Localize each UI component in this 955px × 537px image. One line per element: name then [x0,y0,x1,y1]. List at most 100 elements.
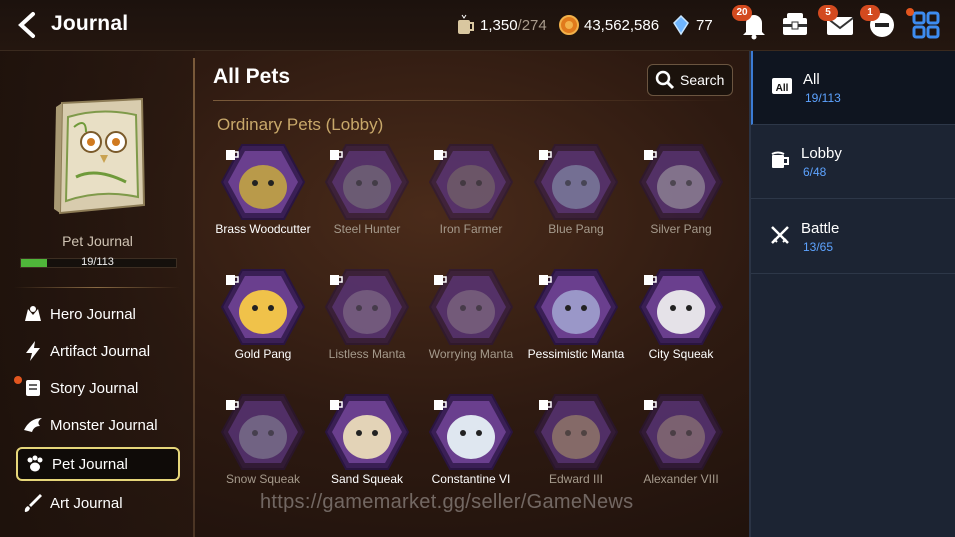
journal-progress-text: 19/113 [81,256,114,268]
pet-name: Iron Farmer [439,222,503,236]
pet-card[interactable]: Pessimistic Manta [526,268,626,361]
pet-name: Worrying Manta [428,347,514,361]
pet-portrait [220,393,306,471]
top-bar: Journal 1,350 /274 43,562,586 77 20 5 1 [0,0,955,51]
pet-card[interactable]: City Squeak [631,268,731,361]
lobby-mug-icon [226,400,239,410]
watermark: https://gamemarket.gg/seller/GameNews [260,491,634,513]
mug-icon [771,151,789,168]
paw-icon [27,455,43,472]
lobby-mug-icon [226,150,239,160]
pet-name: Steel Hunter [333,222,401,236]
pet-card[interactable]: Brass Woodcutter [213,143,313,236]
notification-button[interactable]: 20 [732,5,770,40]
tab-battle[interactable]: Battle 13/65 [751,200,955,274]
crystal-counter[interactable]: 77 [670,14,713,36]
lobby-mug-icon [644,275,657,285]
lobby-mug-icon [434,400,447,410]
pet-name: Silver Pang [650,222,712,236]
inventory-button[interactable] [779,10,811,40]
pet-card[interactable]: Sand Squeak [317,393,417,486]
pet-card[interactable]: Alexander VIII [631,393,731,486]
gold-icon [559,15,579,35]
pet-portrait [638,268,724,346]
pet-card[interactable]: Snow Squeak [213,393,313,486]
section-heading: All Pets [213,65,291,88]
pet-journal-book-icon [54,97,146,215]
back-arrow-icon[interactable] [14,10,40,40]
sidebar-item-art-journal[interactable]: Art Journal [16,487,180,519]
pet-name: Pessimistic Manta [527,347,625,361]
chat-button[interactable]: 1 [860,5,898,40]
pet-name: Listless Manta [328,347,406,361]
sidebar-divider [14,287,180,288]
sidebar-item-story-journal[interactable]: Story Journal [14,372,180,404]
pet-card[interactable]: Blue Pang [526,143,626,236]
category-heading: Ordinary Pets (Lobby) [217,115,384,134]
search-icon [655,70,675,90]
mail-button[interactable]: 5 [818,5,856,40]
brush-icon [24,494,42,512]
pet-card[interactable]: Listless Manta [317,268,417,361]
search-button[interactable]: Search [647,64,733,96]
crystal-icon [673,14,689,36]
svg-text:All: All [776,83,789,94]
lobby-mug-icon [539,275,552,285]
sidebar-item-hero-journal[interactable]: Hero Journal [16,298,180,330]
lobby-mug-icon [330,150,343,160]
lobby-mug-icon [330,275,343,285]
dragon-icon [24,418,42,432]
notification-badge: 20 [732,5,752,21]
chest-icon [783,13,807,35]
mail-badge: 5 [818,5,838,21]
pet-portrait [638,143,724,221]
sidebar-item-artifact-journal[interactable]: Artifact Journal [16,335,180,367]
pet-portrait [638,393,724,471]
lobby-mug-icon [226,275,239,285]
pet-name: Sand Squeak [330,472,404,486]
pet-card[interactable]: Steel Hunter [317,143,417,236]
pet-portrait [428,268,514,346]
page-title: Journal [51,12,129,35]
tab-lobby[interactable]: Lobby 6/48 [751,125,955,199]
heading-rule [213,100,738,101]
scroll-icon [26,380,40,396]
stamina-counter[interactable]: 1,350 /274 [454,14,547,36]
lobby-mug-icon [539,400,552,410]
pet-name: Brass Woodcutter [215,222,311,236]
all-icon: All [772,78,792,94]
pet-portrait [324,143,410,221]
pet-name: Gold Pang [234,347,292,361]
lobby-mug-icon [434,150,447,160]
lightning-icon [26,341,40,361]
pet-card[interactable]: Gold Pang [213,268,313,361]
tab-all[interactable]: All All 19/113 [751,51,955,125]
pet-name: Alexander VIII [643,472,719,486]
pet-name: Blue Pang [548,222,604,236]
hero-icon [25,306,41,321]
pet-name: Edward III [548,472,604,486]
pet-card[interactable]: Worrying Manta [421,268,521,361]
pet-card[interactable]: Constantine VI [421,393,521,486]
pet-portrait [533,393,619,471]
pet-card[interactable]: Iron Farmer [421,143,521,236]
sidebar-item-pet-journal[interactable]: Pet Journal [16,447,180,481]
pet-portrait [533,268,619,346]
journal-sidebar: Pet Journal 19/113 Hero Journal Artifact… [0,51,195,537]
pet-journal-label: Pet Journal [62,233,133,249]
pet-name: Constantine VI [431,472,511,486]
pet-portrait [220,143,306,221]
pet-card[interactable]: Silver Pang [631,143,731,236]
pet-card[interactable]: Edward III [526,393,626,486]
pet-name: City Squeak [648,347,714,361]
pet-portrait [324,268,410,346]
panel-divider [193,58,195,537]
sidebar-item-monster-journal[interactable]: Monster Journal [16,409,180,441]
lobby-mug-icon [330,400,343,410]
pet-portrait [324,393,410,471]
gold-counter[interactable]: 43,562,586 [558,14,659,36]
menu-button[interactable] [906,8,942,40]
chat-badge: 1 [860,5,880,21]
crossed-swords-icon [771,226,789,244]
filter-tabs: All All 19/113 Lobby 6/48 Battle 13/65 [749,51,955,537]
